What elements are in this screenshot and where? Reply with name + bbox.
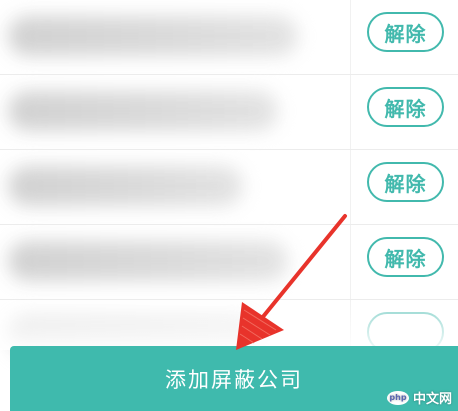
unblock-button[interactable]: 解除 xyxy=(367,87,444,127)
list-item: 解除 xyxy=(0,150,458,225)
site-watermark: php 中文网 xyxy=(386,388,452,407)
unblock-button[interactable]: 解除 xyxy=(367,162,444,202)
list-fade-overlay xyxy=(0,300,458,350)
blocked-companies-screen: 解除 解除 解除 解除 添加屏蔽公司 php 中文网 xyxy=(0,0,458,411)
blurred-company-name xyxy=(8,241,288,281)
watermark-text: 中文网 xyxy=(412,392,452,407)
divider xyxy=(350,75,351,149)
divider xyxy=(350,225,351,299)
blurred-company-name xyxy=(8,91,278,131)
list-item: 解除 xyxy=(0,75,458,150)
list-item: 解除 xyxy=(0,225,458,300)
unblock-button[interactable]: 解除 xyxy=(367,12,444,52)
list-item: 解除 xyxy=(0,0,458,75)
blurred-company-name xyxy=(8,16,298,56)
unblock-button[interactable]: 解除 xyxy=(367,237,444,277)
php-logo-icon: php xyxy=(386,390,409,405)
blurred-company-name xyxy=(8,166,243,206)
divider xyxy=(350,0,351,74)
divider xyxy=(350,150,351,224)
